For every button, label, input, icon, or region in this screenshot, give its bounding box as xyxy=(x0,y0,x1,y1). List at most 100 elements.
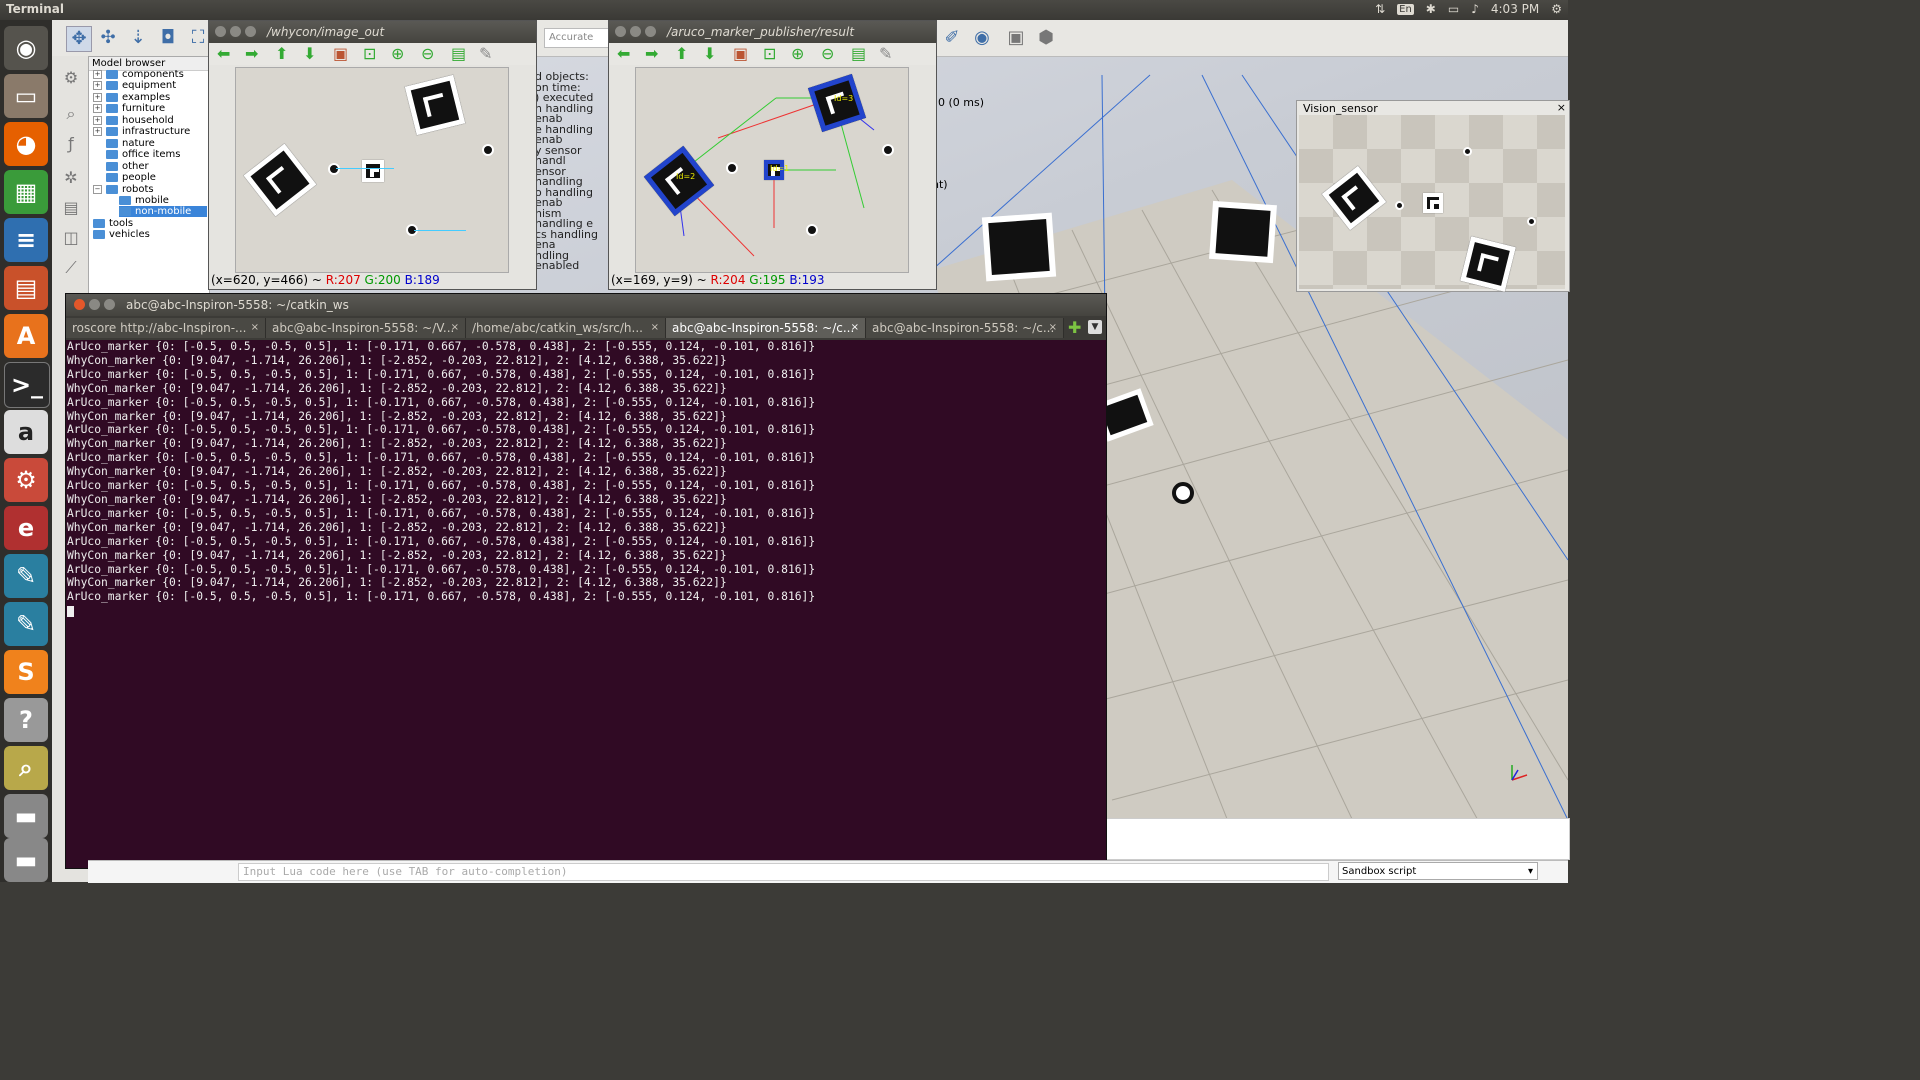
function-icon[interactable]: ƒ xyxy=(60,134,82,156)
camera-icon[interactable]: ◘ xyxy=(156,26,180,50)
up-arrow-icon[interactable]: ⬆ xyxy=(675,45,688,63)
settings-icon[interactable]: ⚙ xyxy=(60,68,82,90)
terminal-tab[interactable]: abc@abc-Inspiron-5558: ~/V... × xyxy=(266,318,466,338)
minimize-button[interactable] xyxy=(230,26,241,37)
image-viewer-icon[interactable]: ⌕ xyxy=(4,746,48,790)
accuracy-select[interactable]: Accurate (def xyxy=(544,28,612,48)
document-icon[interactable]: ▤ xyxy=(60,198,82,220)
tree-item-non-mobile[interactable]: non-mobile xyxy=(119,206,207,217)
zoom-fit-icon[interactable]: ⊡ xyxy=(363,45,376,63)
battery-icon[interactable]: ▭ xyxy=(1448,2,1459,16)
forward-arrow-icon[interactable]: ➡ xyxy=(645,45,658,63)
object-icon[interactable]: ⬢ xyxy=(1034,26,1058,50)
clock[interactable]: 4:03 PM xyxy=(1491,2,1539,16)
writer-icon[interactable]: ≡ xyxy=(4,218,48,262)
tree-item-people[interactable]: people xyxy=(106,172,156,183)
help-icon[interactable]: ? xyxy=(4,698,48,742)
close-icon[interactable]: × xyxy=(851,318,859,338)
move-camera-icon[interactable]: ✥ xyxy=(66,26,92,52)
tree-item-components[interactable]: + components xyxy=(93,69,184,80)
aruco-image[interactable]: Id=3 Id=2 Id=1 xyxy=(635,67,909,273)
tree-item-tools[interactable]: tools xyxy=(93,218,133,229)
terminal-tab[interactable]: roscore http://abc-Inspiron-... × xyxy=(66,318,266,338)
tree-item-mobile[interactable]: mobile xyxy=(119,195,169,206)
software-center-icon[interactable]: A xyxy=(4,314,48,358)
close-button[interactable] xyxy=(215,26,226,37)
keyboard-layout[interactable]: En xyxy=(1397,3,1414,15)
ubuntu-dash-icon[interactable]: ◉ xyxy=(4,26,48,70)
terminal-tab[interactable]: /home/abc/catkin_ws/src/h... × xyxy=(466,318,666,338)
maximize-button[interactable] xyxy=(245,26,256,37)
tree-item-household[interactable]: + household xyxy=(93,115,174,126)
gazebo-icon-2[interactable]: ✎ xyxy=(4,602,48,646)
close-icon[interactable]: × xyxy=(651,318,659,338)
settings-icon[interactable]: ⚙ xyxy=(4,458,48,502)
new-tab-icon[interactable]: ✚ xyxy=(1068,318,1081,337)
up-arrow-icon[interactable]: ⬆ xyxy=(275,45,288,63)
brush-icon[interactable]: ✎ xyxy=(479,45,492,63)
lua-input[interactable]: Input Lua code here (use TAB for auto-co… xyxy=(238,863,1329,881)
tree-item-other[interactable]: other xyxy=(106,161,149,172)
close-button[interactable] xyxy=(74,299,85,310)
zoom-in-icon[interactable]: ⊕ xyxy=(791,45,804,63)
unknown-app-icon[interactable]: e xyxy=(4,506,48,550)
drive-icon[interactable]: ▬ xyxy=(4,794,48,838)
terminal-tab[interactable]: abc@abc-Inspiron-5558: ~/c... × xyxy=(866,318,1064,338)
firefox-icon[interactable]: ◕ xyxy=(4,122,48,166)
close-button[interactable] xyxy=(615,26,626,37)
terminal-icon[interactable]: >_ xyxy=(4,362,50,408)
layers-icon[interactable]: ▣ xyxy=(1004,26,1028,50)
bluetooth-icon[interactable]: ✱ xyxy=(1426,2,1436,16)
save-icon[interactable]: ▤ xyxy=(451,45,466,63)
whycon-image[interactable] xyxy=(235,67,509,273)
rotate-camera-icon[interactable]: ✣ xyxy=(96,26,120,50)
forward-arrow-icon[interactable]: ➡ xyxy=(245,45,258,63)
terminal-output[interactable]: ArUco_marker {0: [-0.5, 0.5, -0.5, 0.5],… xyxy=(67,340,1106,868)
tree-item-vehicles[interactable]: vehicles xyxy=(93,229,150,240)
tree-item-nature[interactable]: nature xyxy=(106,138,155,149)
volume-icon[interactable]: ♪ xyxy=(1471,2,1479,16)
down-arrow-icon[interactable]: ⬇ xyxy=(703,45,716,63)
tree-item-office-items[interactable]: office items xyxy=(106,149,180,160)
eye-icon[interactable]: ◉ xyxy=(970,26,994,50)
minimize-button[interactable] xyxy=(630,26,641,37)
fit-view-icon[interactable]: ⛶ xyxy=(186,26,210,50)
save-icon[interactable]: ▤ xyxy=(851,45,866,63)
wand-icon[interactable]: ✐ xyxy=(940,26,964,50)
shift-camera-icon[interactable]: ⇣ xyxy=(126,26,150,50)
image-icon[interactable]: ▣ xyxy=(333,45,348,63)
back-arrow-icon[interactable]: ⬅ xyxy=(217,45,230,63)
tree-item-examples[interactable]: + examples xyxy=(93,92,170,103)
terminal-tab-active[interactable]: abc@abc-Inspiron-5558: ~/c... × xyxy=(666,318,866,338)
network-icon[interactable]: ⇅ xyxy=(1375,2,1385,16)
zoom-fit-icon[interactable]: ⊡ xyxy=(763,45,776,63)
gazebo-icon[interactable]: ✎ xyxy=(4,554,48,598)
gear-icon[interactable]: ⚙ xyxy=(1551,2,1562,16)
amazon-icon[interactable]: a xyxy=(4,410,48,454)
zoom-in-icon[interactable]: ⊕ xyxy=(391,45,404,63)
arm-icon[interactable]: ⟋ xyxy=(60,258,82,280)
tree-item-infrastructure[interactable]: + infrastructure xyxy=(93,126,190,137)
drive-icon-2[interactable]: ▬ xyxy=(4,838,48,882)
tree-item-robots[interactable]: − robots xyxy=(93,184,154,195)
gear-icon[interactable]: ✲ xyxy=(60,168,82,190)
zoom-out-icon[interactable]: ⊖ xyxy=(821,45,834,63)
close-icon[interactable]: × xyxy=(1557,101,1566,114)
search-icon[interactable]: ⌕ xyxy=(60,104,82,126)
sublime-text-icon[interactable]: S xyxy=(4,650,48,694)
back-arrow-icon[interactable]: ⬅ xyxy=(617,45,630,63)
zoom-out-icon[interactable]: ⊖ xyxy=(421,45,434,63)
close-icon[interactable]: × xyxy=(1049,318,1057,338)
tree-item-furniture[interactable]: + furniture xyxy=(93,103,165,114)
brush-icon[interactable]: ✎ xyxy=(879,45,892,63)
script-select[interactable]: Sandbox script ▾ xyxy=(1338,862,1538,880)
tree-item-equipment[interactable]: + equipment xyxy=(93,80,176,91)
tab-menu-icon[interactable]: ▼ xyxy=(1088,320,1102,334)
close-icon[interactable]: × xyxy=(451,318,459,338)
maximize-button[interactable] xyxy=(645,26,656,37)
files-icon[interactable]: ▭ xyxy=(4,74,48,118)
cube-icon[interactable]: ◫ xyxy=(60,228,82,250)
image-icon[interactable]: ▣ xyxy=(733,45,748,63)
minimize-button[interactable] xyxy=(89,299,100,310)
calc-icon[interactable]: ▦ xyxy=(4,170,48,214)
